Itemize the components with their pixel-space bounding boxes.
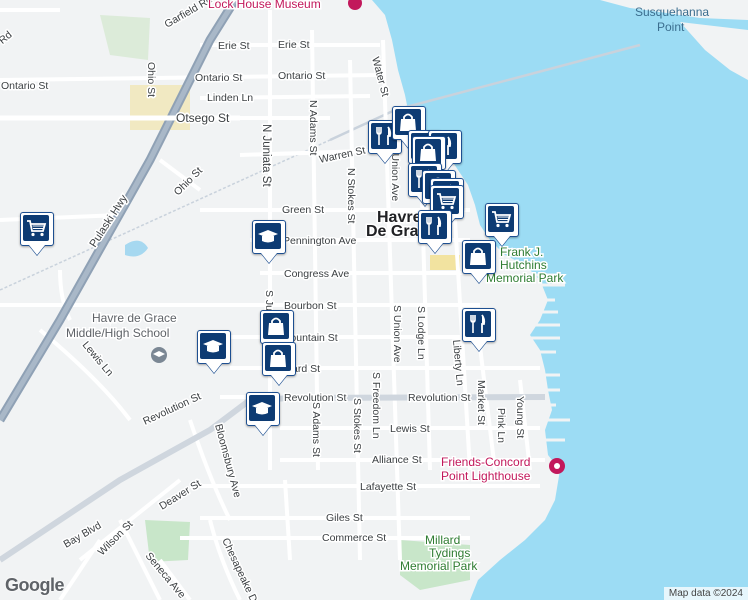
marker-tail	[206, 363, 222, 373]
marker-tail	[271, 375, 287, 385]
street-label-freedom: S Freedom Ln	[370, 372, 382, 439]
street-label-stokes-s: S Stokes St	[351, 398, 363, 453]
place-label-school-2: Middle/High School	[66, 326, 169, 340]
street-label-alliance: Alliance St	[372, 454, 422, 466]
street-label-congress: Congress Ave	[284, 268, 349, 280]
street-label-revolution-e: Revolution St	[408, 392, 471, 404]
street-label-green: Green St	[282, 204, 324, 216]
map-base-layer: Garfield Rd Rd Erie St Erie St Ontario S…	[0, 0, 748, 600]
street-label-lewis-e: Lewis St	[390, 423, 430, 435]
marker-school[interactable]	[246, 392, 282, 438]
map-canvas[interactable]: Garfield Rd Rd Erie St Erie St Ontario S…	[0, 0, 748, 600]
marker-tail	[377, 153, 393, 163]
marker-grocery[interactable]	[20, 212, 56, 258]
graduation-cap-icon	[252, 402, 272, 415]
marker-restaurant[interactable]	[462, 308, 498, 354]
street-label-stokes-n: N Stokes St	[345, 168, 357, 224]
place-label-river-2: Point	[657, 20, 685, 34]
place-label-park-s-1: Millard	[425, 533, 460, 547]
street-label-pink: Pink Ln	[495, 408, 507, 443]
street-label-commerce: Commerce St	[322, 532, 386, 544]
street-label-revolution-m: Revolution St	[284, 392, 347, 404]
place-label-park-s-3: Memorial Park	[400, 559, 478, 573]
street-label-ontario-w: Ontario St	[1, 80, 48, 92]
street-label-union-s: S Union Ave	[391, 305, 403, 363]
shopping-bag-icon	[268, 317, 284, 335]
lighthouse-icon	[549, 458, 565, 474]
cart-icon	[27, 220, 47, 237]
marker-restaurant[interactable]	[418, 210, 454, 256]
marker-school[interactable]	[252, 220, 288, 266]
place-label-school-1: Havre de Grace	[92, 311, 177, 325]
place-label-museum: Lock House Museum	[208, 0, 321, 11]
marker-shopping[interactable]	[262, 342, 298, 388]
street-label-erie-w: Erie St	[218, 40, 250, 52]
graduation-cap-icon	[203, 340, 223, 353]
marker-tail	[29, 245, 45, 255]
street-label-ontario-mid: Ontario St	[195, 72, 242, 84]
street-label-juniata-n: N Juniata St	[260, 124, 272, 187]
street-label-linden: Linden Ln	[207, 92, 253, 104]
street-label-erie-e: Erie St	[278, 39, 310, 51]
graduation-cap-icon	[258, 230, 278, 243]
fork-knife-icon	[470, 314, 486, 333]
street-label-otsego: Otsego St	[176, 111, 230, 125]
marker-tail	[255, 425, 271, 435]
street-label-pennington: Pennington Ave	[283, 235, 357, 247]
street-label-ontario-e: Ontario St	[278, 70, 325, 82]
street-label-giles: Giles St	[326, 512, 363, 524]
shopping-bag-icon	[270, 349, 286, 367]
street-label-market: Market St	[475, 380, 487, 425]
shopping-bag-icon	[420, 143, 436, 161]
street-label-adams-n: N Adams St	[307, 100, 319, 156]
street-label-lodge: S Lodge Ln	[415, 306, 427, 360]
place-label-park-s-2: Tydings	[429, 546, 470, 560]
marker-tail	[471, 341, 487, 351]
map-attribution: Map data ©2024	[663, 587, 748, 600]
google-logo: Google	[5, 575, 65, 595]
street-label-lafayette: Lafayette St	[360, 481, 416, 493]
marker-shopping[interactable]	[462, 240, 498, 286]
place-label-park-n-2: Hutchins	[500, 258, 547, 272]
street-label-adams-s: S Adams St	[310, 402, 322, 457]
school-poi-icon	[151, 347, 167, 363]
cart-icon	[492, 211, 512, 228]
street-label-ohio-n: Ohio St	[145, 62, 157, 97]
marker-tail	[471, 273, 487, 283]
street-label-young: Young St	[514, 396, 526, 438]
shopping-bag-icon	[470, 247, 486, 265]
place-label-river: Susquehanna	[635, 5, 709, 19]
place-label-lighthouse-1: Friends-Concord	[441, 455, 530, 469]
place-label-lighthouse-2: Point Lighthouse	[441, 469, 531, 483]
marker-school[interactable]	[197, 330, 233, 376]
marker-tail	[427, 243, 443, 253]
marker-tail	[261, 253, 277, 263]
fork-knife-icon	[426, 216, 442, 235]
